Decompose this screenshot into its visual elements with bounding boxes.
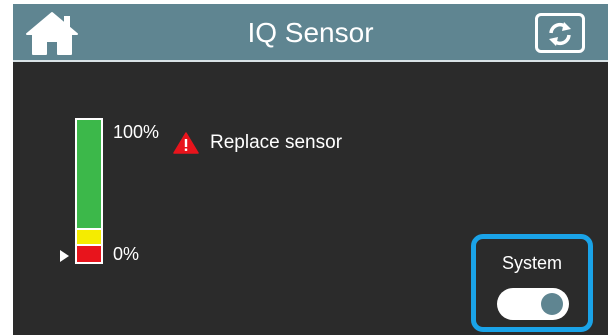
level-red-segment: [77, 246, 101, 262]
warning-triangle-icon: [173, 132, 199, 154]
system-toggle[interactable]: [497, 288, 569, 320]
toggle-knob: [541, 293, 563, 315]
refresh-icon: [549, 22, 571, 46]
refresh-button[interactable]: [535, 13, 585, 53]
level-max-label: 100%: [113, 122, 160, 142]
sensor-screen: IQ Sensor 100% 0% Replace sensor System: [13, 4, 608, 335]
level-yellow-segment: [77, 230, 101, 244]
level-green-segment: [77, 120, 101, 228]
warning-message: Replace sensor: [210, 132, 343, 153]
level-pointer-icon: [60, 250, 69, 262]
page-title: IQ Sensor: [247, 17, 374, 48]
level-min-label: 0%: [113, 244, 140, 264]
sensor-level-gauge: [75, 118, 103, 264]
system-toggle-highlight: System: [471, 234, 593, 332]
system-label: System: [501, 253, 562, 273]
header-bar: IQ Sensor: [13, 4, 608, 62]
